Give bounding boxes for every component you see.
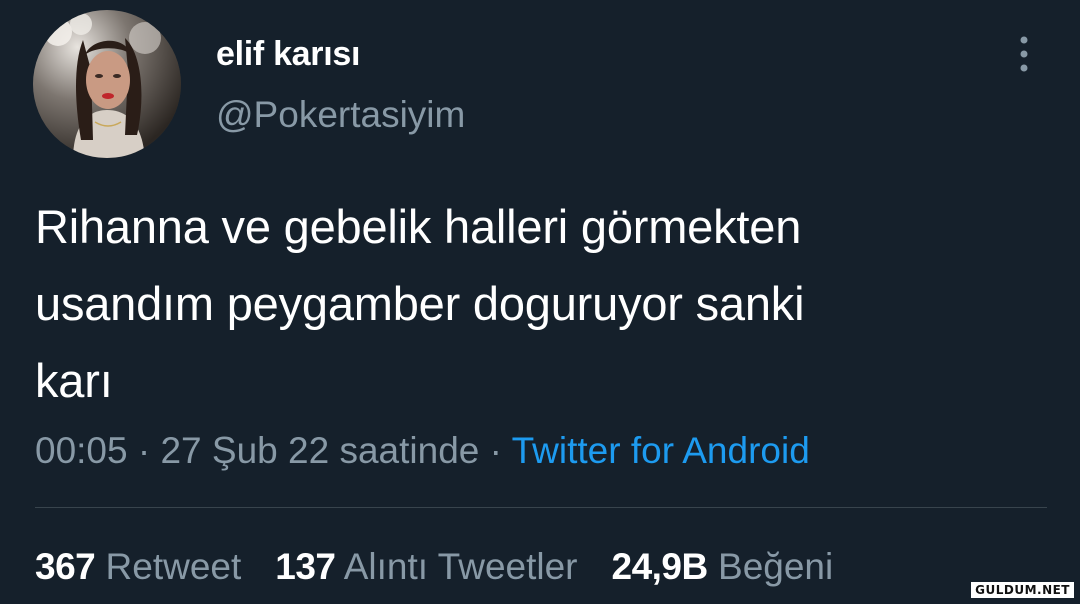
retweets-label: Retweet bbox=[105, 546, 242, 587]
watermark: GULDUM.NET bbox=[971, 582, 1074, 598]
retweets-count: 367 bbox=[35, 546, 96, 587]
more-vertical-icon bbox=[1020, 36, 1028, 72]
divider bbox=[35, 507, 1047, 508]
tweet-source-link[interactable]: Twitter for Android bbox=[512, 430, 810, 471]
likes-count: 24,9B bbox=[611, 546, 709, 587]
tweet-text: Rihanna ve gebelik halleri görmekten usa… bbox=[35, 188, 1055, 419]
meta-separator: · bbox=[137, 430, 151, 471]
quotes-label: Alıntı Tweetler bbox=[343, 546, 578, 587]
likes-stat[interactable]: 24,9B Beğeni bbox=[612, 546, 834, 588]
tweet-text-line: usandım peygamber doguruyor sanki bbox=[35, 277, 805, 330]
likes-label: Beğeni bbox=[718, 546, 834, 587]
avatar-photo bbox=[33, 10, 181, 158]
tweet-text-line: Rihanna ve gebelik halleri görmekten bbox=[35, 200, 802, 253]
meta-separator: · bbox=[489, 430, 502, 471]
quotes-stat[interactable]: 137 Alıntı Tweetler bbox=[275, 546, 577, 588]
tweet-stats: 367 Retweet 137 Alıntı Tweetler 24,9B Be… bbox=[35, 546, 867, 588]
more-options-button[interactable] bbox=[1004, 30, 1044, 78]
tweet-text-line: karı bbox=[35, 354, 113, 407]
avatar[interactable] bbox=[33, 10, 181, 158]
tweet-date[interactable]: 27 Şub 22 saatinde bbox=[160, 430, 479, 471]
retweets-stat[interactable]: 367 Retweet bbox=[35, 546, 241, 588]
tweet-metadata: 00:05 · 27 Şub 22 saatinde · Twitter for… bbox=[35, 430, 810, 472]
quotes-count: 137 bbox=[275, 546, 336, 587]
tweet-time[interactable]: 00:05 bbox=[35, 430, 128, 471]
display-name[interactable]: elif karısı bbox=[216, 35, 360, 74]
username[interactable]: @Pokertasiyim bbox=[216, 94, 465, 136]
